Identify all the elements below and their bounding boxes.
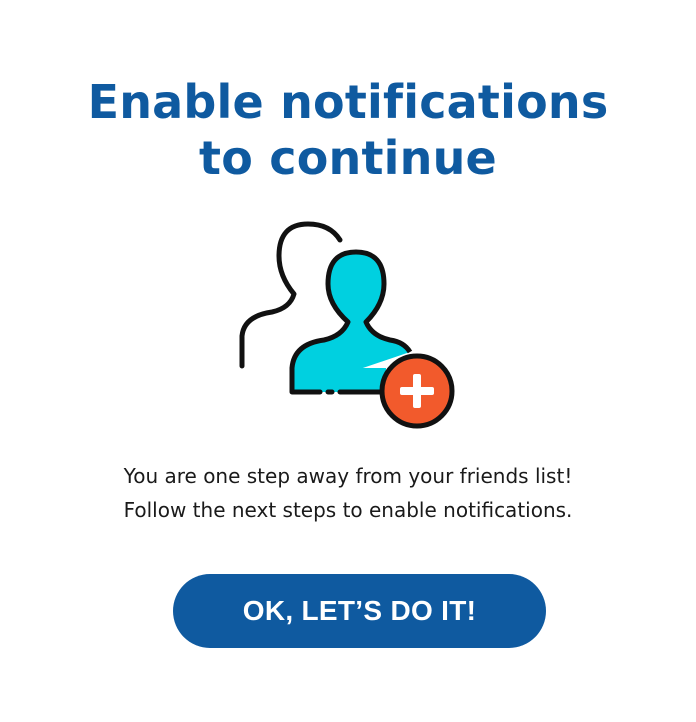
notification-dialog: Enable notifications to continue You are… bbox=[0, 0, 696, 722]
confirm-button[interactable]: OK, LET’S DO IT! bbox=[173, 574, 546, 648]
dialog-message: You are one step away from your friends … bbox=[0, 459, 696, 527]
add-friend-icon bbox=[232, 218, 464, 438]
title-line-1: Enable notifications bbox=[87, 75, 609, 129]
front-person-base bbox=[292, 368, 386, 392]
title-line-2: to continue bbox=[199, 131, 497, 185]
message-line-1: You are one step away from your friends … bbox=[123, 464, 573, 488]
plus-badge-icon bbox=[379, 353, 455, 429]
dialog-title: Enable notifications to continue bbox=[0, 74, 696, 186]
message-line-2: Follow the next steps to enable notifica… bbox=[123, 498, 573, 522]
